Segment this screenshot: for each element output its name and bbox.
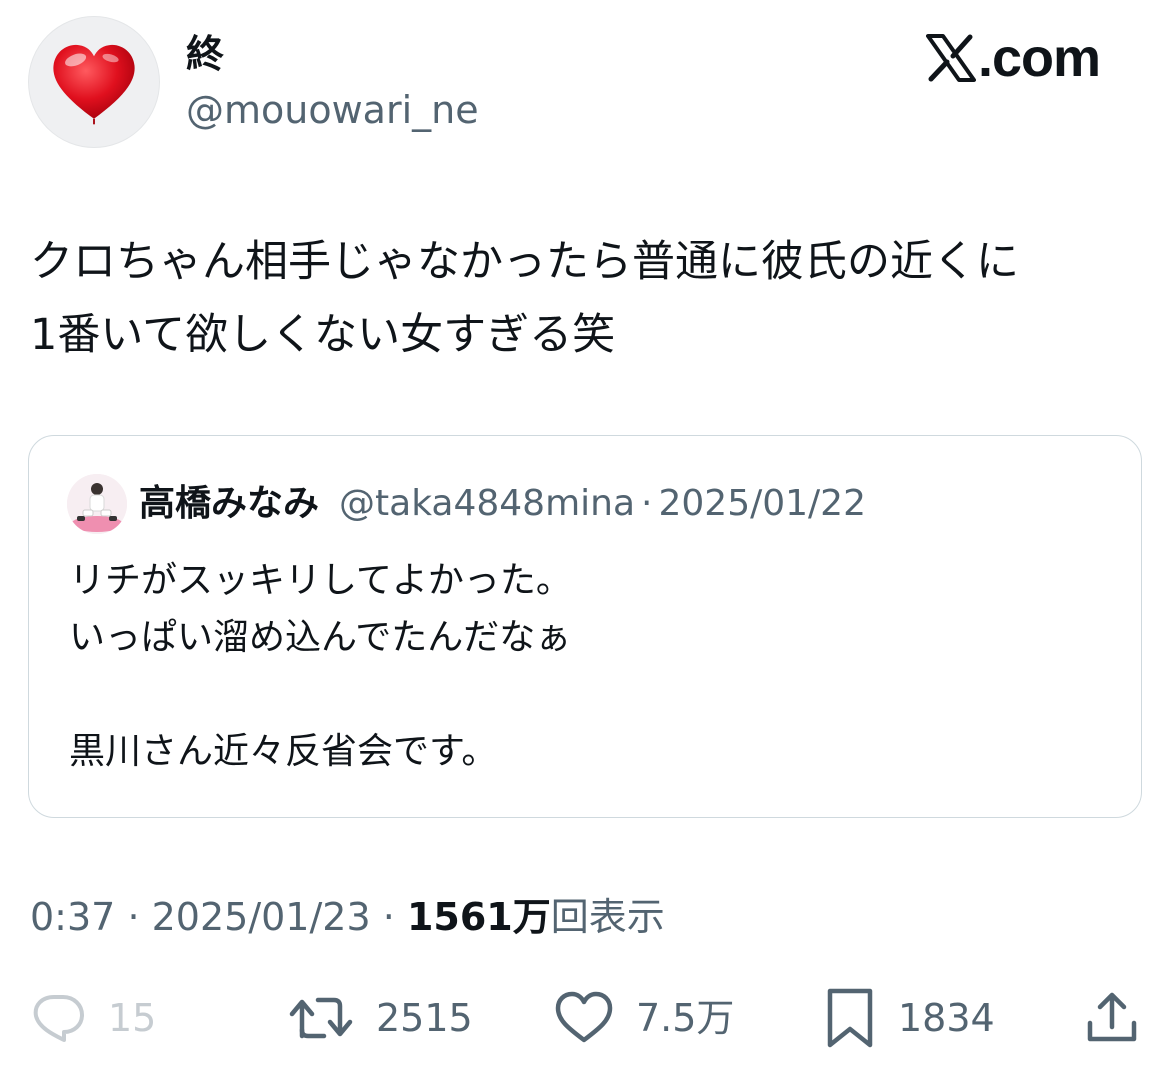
retweet-count: 2515	[376, 996, 473, 1040]
quote-date[interactable]: 2025/01/22	[658, 478, 866, 530]
author-avatar[interactable]	[28, 16, 160, 148]
like-count: 7.5万	[636, 996, 735, 1040]
quote-tweet-card[interactable]: 高橋みなみ @taka4848mina · 2025/01/22 リチがスッキリ…	[28, 435, 1142, 818]
quote-header: 高橋みなみ @taka4848mina · 2025/01/22	[139, 478, 866, 530]
x-com-logo: .com	[925, 28, 1101, 88]
share-icon	[1087, 992, 1137, 1042]
quote-author-handle[interactable]: @taka4848mina	[339, 478, 635, 530]
tweet-date[interactable]: 2025/01/23	[152, 895, 371, 939]
like-button[interactable]: 7.5万	[554, 988, 734, 1048]
x-logo-icon	[925, 34, 976, 82]
reply-button[interactable]: 15	[30, 988, 156, 1048]
bookmark-icon	[827, 988, 873, 1048]
reply-count: 15	[108, 996, 157, 1040]
quote-separator: ·	[641, 483, 653, 524]
author-display-name[interactable]: 終	[186, 30, 224, 78]
brand-domain-text: .com	[977, 28, 1101, 88]
tweet-meta: 0:37 · 2025/01/23 · 1561万回表示	[30, 890, 665, 944]
retweet-icon	[289, 997, 353, 1039]
views-count: 1561万	[406, 895, 551, 939]
person-photo-icon	[67, 474, 127, 534]
bookmark-count: 1834	[898, 996, 995, 1040]
reply-icon	[33, 995, 84, 1042]
meta-separator: ·	[382, 895, 395, 939]
meta-separator: ·	[127, 895, 140, 939]
tweet-text: クロちゃん相手じゃなかったら普通に彼氏の近くに 1番いて欲しくない女すぎる笑	[30, 237, 1019, 360]
action-bar: 15 2515 7.5万 1834	[0, 988, 1170, 1048]
quote-text: リチがスッキリしてよかった。 いっぱい溜め込んでたんだなぁ 黒川さん近々反省会で…	[69, 560, 572, 772]
bookmark-button[interactable]: 1834	[824, 988, 995, 1048]
retweet-button[interactable]: 2515	[288, 988, 473, 1048]
quote-author-avatar[interactable]	[67, 474, 127, 534]
red-heart-icon	[53, 44, 135, 125]
tweet-time[interactable]: 0:37	[30, 895, 115, 939]
author-handle[interactable]: @mouowari_ne	[186, 86, 479, 134]
quote-author-name[interactable]: 高橋みなみ	[139, 478, 319, 530]
views-label: 回表示	[550, 895, 665, 939]
share-button[interactable]	[1084, 988, 1140, 1048]
heart-icon	[555, 991, 613, 1043]
brand-com: com	[991, 28, 1101, 88]
